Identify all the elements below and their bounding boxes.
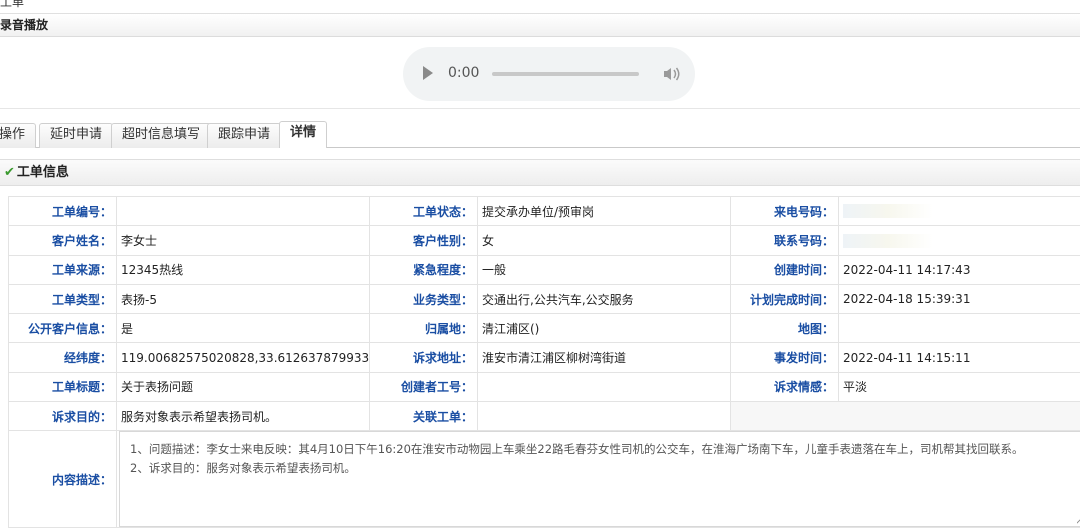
table-row: 工单编号： 工单状态： 提交承办单位/预审岗 来电号码： [8, 195, 1080, 227]
ticket-title-label: 工单标题： [8, 371, 117, 403]
ticket-title-value: 关于表扬问题 [116, 371, 370, 403]
map-label: 地图： [730, 313, 839, 344]
incident-time-value: 2022-04-11 14:15:11 [838, 342, 1080, 373]
ticket-status-value: 提交承办单位/预审岗 [477, 195, 731, 227]
business-type-value: 交通出行,公共汽车,公交服务 [477, 283, 731, 315]
customer-gender-label: 客户性别： [369, 225, 478, 256]
linked-ticket-label: 关联工单： [369, 401, 478, 432]
ticket-type-value: 表扬-5 [116, 283, 370, 315]
ticket-info-table: 工单编号： 工单状态： 提交承办单位/预审岗 来电号码： 客户姓名： 李女士 客… [8, 195, 1080, 528]
created-time-label: 创建时间： [730, 254, 839, 285]
linked-ticket-value [477, 401, 731, 432]
content-line-1: 1、问题描述：李女士来电反映：其4月10日下午16:20在淮安市动物园上车乘坐2… [130, 442, 1024, 457]
ticket-info-header: ✔ 工单信息 [0, 159, 1080, 186]
window-title: 工单 [0, 0, 25, 9]
checkmark-icon: ✔ [4, 165, 15, 180]
tab-delay-request[interactable]: 延时申请 [39, 123, 114, 148]
creator-id-label: 创建者工号： [369, 371, 478, 403]
belong-area-value: 清江浦区() [477, 313, 731, 344]
appeal-purpose-value: 服务对象表示希望表扬司机。 [116, 401, 370, 432]
caller-no-value [838, 195, 1080, 227]
appeal-emotion-value: 平淡 [838, 371, 1080, 403]
audio-area: 0:00 [0, 37, 1080, 109]
table-row: 客户姓名： 李女士 客户性别： 女 联系号码： [8, 225, 1080, 256]
planned-finish-label: 计划完成时间： [730, 283, 839, 315]
ticket-source-label: 工单来源： [8, 254, 117, 285]
appeal-purpose-label: 诉求目的： [8, 401, 117, 432]
ticket-no-label: 工单编号： [8, 195, 117, 227]
table-row: 工单标题： 关于表扬问题 创建者工号： 诉求情感： 平淡 [8, 371, 1080, 403]
created-time-value: 2022-04-11 14:17:43 [838, 254, 1080, 285]
public-info-label: 公开客户信息： [8, 313, 117, 344]
content-label: 内容描述： [8, 430, 117, 528]
coordinates-label: 经纬度： [8, 342, 117, 373]
audio-time: 0:00 [448, 65, 480, 81]
map-value[interactable] [838, 313, 1080, 344]
tab-timeout-info[interactable]: 超时信息填写 [111, 123, 212, 148]
ticket-info-title: 工单信息 [16, 165, 69, 180]
urgency-label: 紧急程度： [369, 254, 478, 285]
table-row: 工单类型： 表扬-5 业务类型： 交通出行,公共汽车,公交服务 计划完成时间： … [8, 283, 1080, 315]
appeal-address-label: 诉求地址： [369, 342, 478, 373]
appeal-address-value: 淮安市清江浦区柳树湾街道 [477, 342, 731, 373]
caller-no-label: 来电号码： [730, 195, 839, 227]
volume-icon[interactable] [661, 64, 681, 84]
tab-details[interactable]: 详情 [279, 121, 328, 148]
coordinates-value: 119.00682575020828,33.612637879933615 [116, 342, 370, 373]
tabs-bar: 操作 延时申请 超时信息填写 跟踪申请 详情 [0, 120, 1080, 148]
customer-name-value: 李女士 [116, 225, 370, 256]
customer-name-label: 客户姓名： [8, 225, 117, 256]
audio-player[interactable]: 0:00 [403, 47, 695, 101]
appeal-emotion-label: 诉求情感： [730, 371, 839, 403]
tab-operation[interactable]: 操作 [0, 123, 37, 148]
contact-no-value [838, 225, 1080, 256]
ticket-source-value: 12345热线 [116, 254, 370, 285]
redacted-block [843, 204, 933, 219]
table-row: 公开客户信息： 是 归属地： 清江浦区() 地图： [8, 313, 1080, 344]
belong-area-label: 归属地： [369, 313, 478, 344]
ticket-no-value [116, 195, 370, 227]
ticket-status-label: 工单状态： [369, 195, 478, 227]
redacted-block [843, 233, 933, 248]
table-row: 内容描述： 1、问题描述：李女士来电反映：其4月10日下午16:20在淮安市动物… [8, 430, 1080, 528]
audio-progress-bar[interactable] [492, 72, 639, 76]
table-row: 工单来源： 12345热线 紧急程度： 一般 创建时间： 2022-04-11 … [8, 254, 1080, 285]
content-line-2: 2、诉求目的：服务对象表示希望表扬司机。 [130, 461, 356, 476]
content-cell: 1、问题描述：李女士来电反映：其4月10日下午16:20在淮安市动物园上车乘坐2… [116, 430, 1080, 528]
tab-tracking-request[interactable]: 跟踪申请 [207, 123, 282, 148]
urgency-value: 一般 [477, 254, 731, 285]
business-type-label: 业务类型： [369, 283, 478, 315]
audio-section-header: 录音播放 [0, 13, 1080, 37]
table-row: 经纬度： 119.00682575020828,33.6126378799336… [8, 342, 1080, 373]
planned-finish-value: 2022-04-18 15:39:31 [838, 283, 1080, 315]
content-textarea[interactable]: 1、问题描述：李女士来电反映：其4月10日下午16:20在淮安市动物园上车乘坐2… [119, 431, 1080, 527]
public-info-value: 是 [116, 313, 370, 344]
play-icon[interactable] [423, 66, 433, 80]
creator-id-value [477, 371, 731, 403]
table-row: 诉求目的： 服务对象表示希望表扬司机。 关联工单： [8, 401, 1080, 432]
contact-no-label: 联系号码： [730, 225, 839, 256]
ticket-type-label: 工单类型： [8, 283, 117, 315]
incident-time-label: 事发时间： [730, 342, 839, 373]
empty-cell [730, 401, 1080, 432]
customer-gender-value: 女 [477, 225, 731, 256]
